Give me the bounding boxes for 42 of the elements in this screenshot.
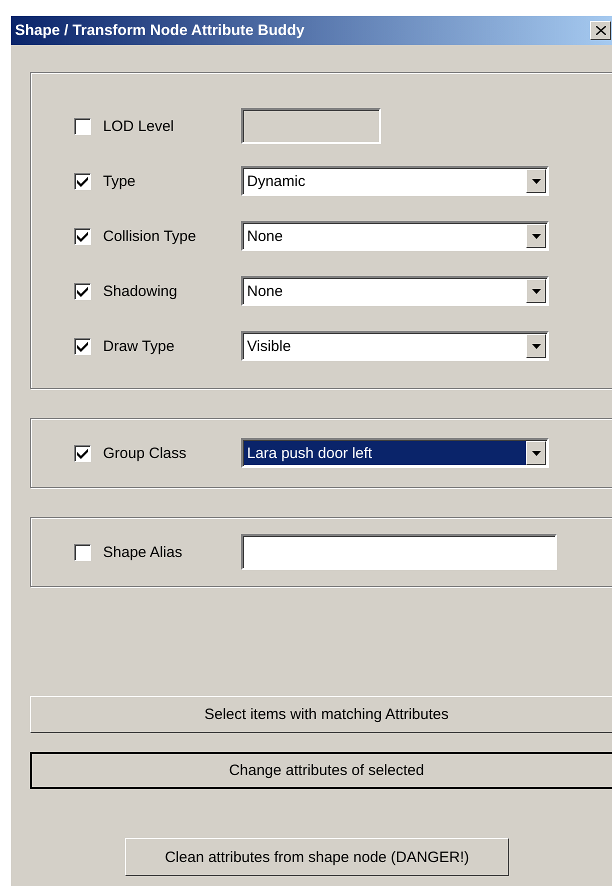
dropdown-value: Lara push door left: [244, 441, 526, 465]
action-button[interactable]: Change attributes of selected: [30, 752, 612, 789]
checkbox[interactable]: [74, 118, 91, 134]
dropdown[interactable]: None: [241, 276, 549, 306]
checkmark-icon: [77, 340, 88, 352]
caret-icon: [532, 178, 540, 184]
field-label: Type: [103, 172, 137, 190]
checkbox[interactable]: [74, 338, 91, 354]
field-label: Shape Alias: [103, 544, 184, 560]
caret-icon: [532, 450, 540, 456]
caret-icon: [532, 288, 540, 294]
field-label: Group Class: [103, 444, 188, 462]
dropdown-arrow-button[interactable]: [526, 169, 546, 193]
action-button[interactable]: Clean attributes from shape node (DANGER!): [125, 838, 509, 876]
dropdown-arrow-button[interactable]: [526, 441, 546, 465]
checkmark-icon: [77, 230, 88, 242]
checkbox[interactable]: [74, 228, 91, 244]
field-label: Draw Type: [103, 338, 176, 354]
checkbox[interactable]: [74, 444, 91, 462]
dropdown-arrow-button[interactable]: [526, 279, 546, 303]
text-field[interactable]: [241, 534, 557, 570]
checkmark-icon: [77, 286, 88, 296]
close-button[interactable]: [590, 21, 611, 40]
checkbox[interactable]: [74, 172, 91, 190]
checkbox[interactable]: [74, 544, 91, 560]
caret-icon: [532, 344, 540, 348]
dropdown[interactable]: Lara push door left: [241, 438, 549, 468]
field-label: Shadowing: [103, 282, 178, 300]
dropdown-arrow-button[interactable]: [526, 334, 546, 358]
window-title: Shape / Transform Node Attribute Buddy: [15, 22, 304, 39]
dropdown[interactable]: Visible: [241, 331, 549, 361]
action-button[interactable]: Select items with matching Attributes: [30, 696, 612, 733]
dropdown[interactable]: Dynamic: [241, 166, 549, 196]
checkbox[interactable]: [74, 282, 91, 300]
field-label: Collision Type: [103, 228, 198, 244]
checkmark-icon: [77, 176, 88, 186]
caret-icon: [532, 234, 540, 238]
dropdown[interactable]: None: [241, 221, 549, 251]
dropdown-arrow-button[interactable]: [526, 224, 546, 248]
checkmark-icon: [77, 448, 88, 458]
field-label: LOD Level: [103, 118, 175, 134]
close-icon: [596, 26, 606, 35]
